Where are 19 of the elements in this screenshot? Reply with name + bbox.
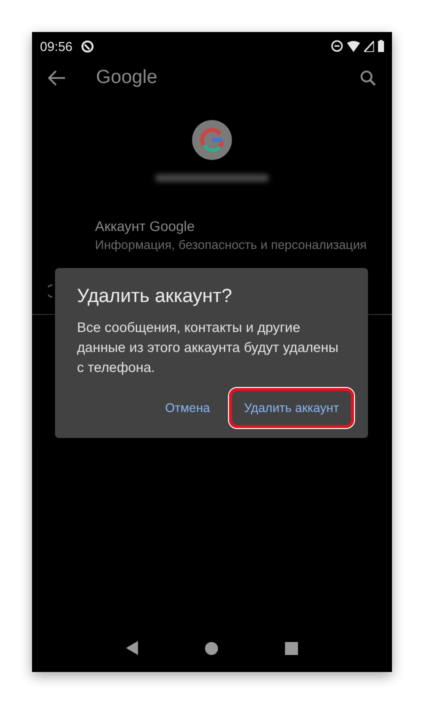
account-title: Аккаунт Google [95,218,196,234]
dialog-message: Все сообщения, контакты и другие данные из этого аккаунта будут удалены с телефона. [77,319,340,377]
account-subtitle: Информация, безопасность и персонализация [95,238,368,252]
status-time: 09:56 [40,38,73,54]
home-nav-icon[interactable] [204,642,218,654]
recents-nav-icon[interactable] [285,642,298,654]
item-icon [48,284,53,298]
dialog-title: Удалить аккаунт? [77,286,234,308]
toolbar-title: Google [96,67,158,89]
search-button[interactable] [360,70,376,86]
wifi-icon [347,40,360,52]
do-not-disturb-icon [331,40,343,52]
battery-icon [378,40,384,52]
back-nav-icon[interactable] [126,641,138,655]
google-logo-icon [192,120,232,160]
back-button[interactable] [48,69,66,87]
dialog-button[interactable]: Удалить аккаунт [228,388,354,428]
signal-icon [364,40,374,52]
dialog-button[interactable]: Отмена [150,388,225,428]
